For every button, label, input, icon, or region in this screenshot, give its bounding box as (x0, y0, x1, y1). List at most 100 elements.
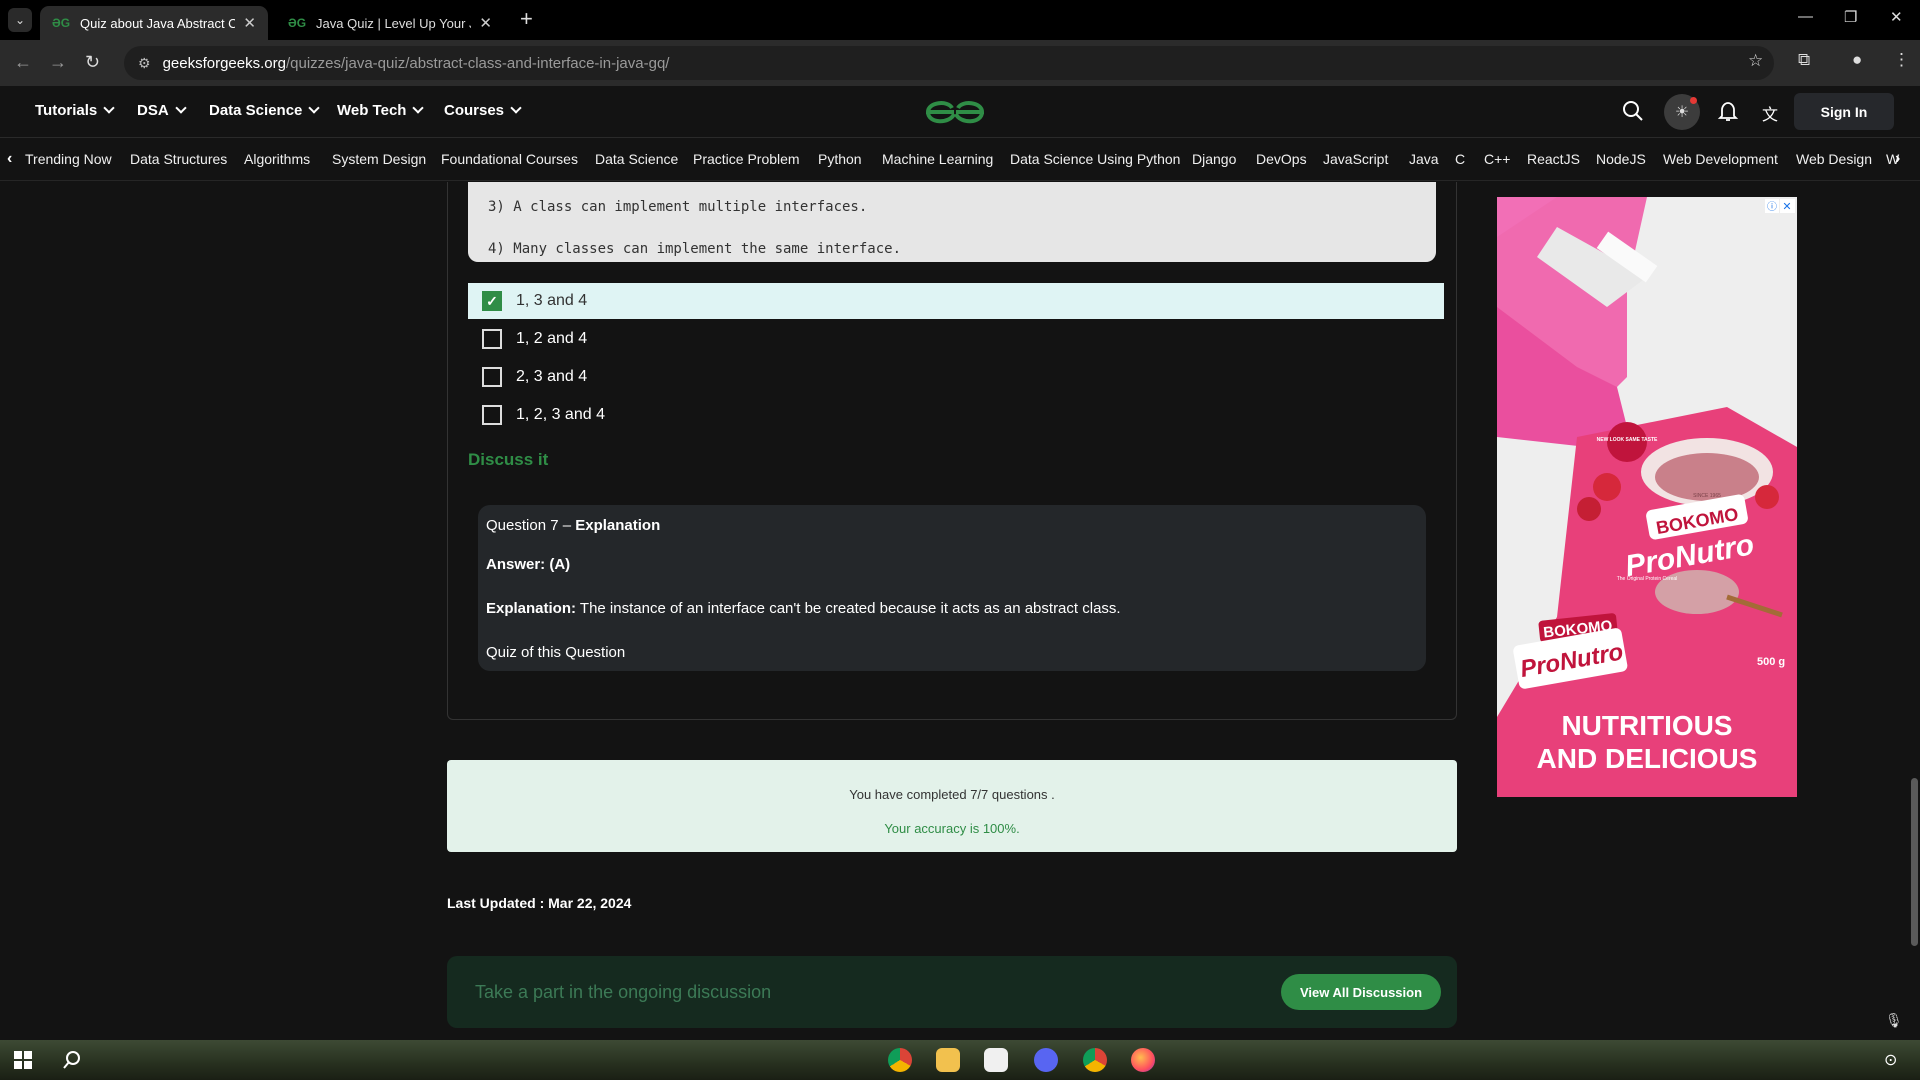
last-updated: Last Updated : Mar 22, 2024 (447, 895, 632, 911)
checkbox-icon[interactable] (482, 405, 502, 425)
microphone-icon[interactable]: 🎙 (1885, 1012, 1903, 1029)
firefox-icon[interactable] (1131, 1048, 1155, 1072)
profile-avatar[interactable]: ● (1852, 50, 1862, 70)
forward-icon[interactable]: → (49, 52, 67, 72)
trending-link[interactable]: C++ (1484, 151, 1510, 167)
gfg-logo[interactable] (924, 94, 986, 130)
explanation-box: Question 7 – Explanation Answer: (A) Exp… (478, 505, 1426, 671)
ad-image: BOKOMO ProNutro 500 g BOKOMO ProNutro NU… (1497, 197, 1797, 797)
trending-link[interactable]: JavaScript (1323, 151, 1388, 167)
close-tab-icon[interactable]: ✕ (479, 14, 492, 32)
reload-icon[interactable]: ↻ (85, 52, 100, 72)
explanation-heading: Question 7 – Explanation (486, 517, 660, 534)
chevron-left-icon[interactable]: ‹ (7, 150, 12, 168)
quiz-of-question-link[interactable]: Quiz of this Question (486, 644, 625, 661)
menu-web-tech[interactable]: Web Tech (337, 102, 425, 119)
address-bar[interactable]: ⚙ geeksforgeeks.org/quizzes/java-quiz/ab… (124, 46, 1774, 80)
discuss-it-link[interactable]: Discuss it (468, 450, 548, 470)
checkbox-icon[interactable] (482, 329, 502, 349)
answer-option[interactable]: ✓ 1, 3 and 4 (468, 283, 1444, 319)
back-icon[interactable]: ← (14, 52, 32, 72)
minimize-icon[interactable]: — (1798, 8, 1813, 25)
site-info-icon[interactable]: ⚙ (138, 55, 151, 72)
trending-link[interactable]: Data Structures (130, 151, 227, 167)
trending-link[interactable]: Data Science Using Python (1010, 151, 1180, 167)
answer-option[interactable]: 2, 3 and 4 (468, 359, 1444, 395)
menu-dsa[interactable]: DSA (137, 102, 187, 119)
menu-label: Data Science (209, 102, 303, 119)
new-tab-button[interactable]: + (520, 8, 533, 30)
bell-icon[interactable] (1717, 100, 1739, 122)
view-all-discussion-button[interactable]: View All Discussion (1281, 974, 1441, 1010)
chevron-right-icon[interactable]: › (1895, 150, 1900, 168)
tab-title: Java Quiz | Level Up Your Java S (316, 15, 471, 31)
discussion-input[interactable]: Take a part in the ongoing discussion (475, 982, 771, 1003)
page-scrollbar[interactable] (1911, 778, 1918, 946)
close-tab-icon[interactable]: ✕ (243, 14, 256, 32)
menu-label: DSA (137, 102, 169, 119)
answer-option[interactable]: 1, 2, 3 and 4 (468, 397, 1444, 433)
discord-icon[interactable] (1034, 1048, 1058, 1072)
menu-label: Tutorials (35, 102, 98, 119)
taskbar-search-icon[interactable] (62, 1050, 82, 1070)
tab-java-quiz[interactable]: ƏG Java Quiz | Level Up Your Java S ✕ (276, 6, 504, 40)
sun-icon: ☀ (1674, 104, 1690, 121)
explanation-body: The instance of an interface can't be cr… (576, 600, 1121, 617)
trending-link[interactable]: Web Design (1796, 151, 1872, 167)
notification-dot (1690, 97, 1697, 104)
trending-link[interactable]: NodeJS (1596, 151, 1646, 167)
close-window-icon[interactable]: ✕ (1890, 8, 1903, 26)
trending-link[interactable]: Machine Learning (882, 151, 993, 167)
trending-link[interactable]: DevOps (1256, 151, 1307, 167)
extensions-icon[interactable]: ⧉ (1798, 50, 1810, 70)
explanation-text: Explanation: The instance of an interfac… (486, 600, 1121, 617)
checkbox-checked-icon[interactable]: ✓ (482, 291, 502, 311)
advertisement[interactable]: BOKOMO ProNutro 500 g BOKOMO ProNutro NU… (1497, 197, 1797, 797)
file-explorer-icon[interactable] (936, 1048, 960, 1072)
tab-search-button[interactable]: ⌄ (8, 8, 32, 32)
search-icon[interactable] (1622, 100, 1644, 122)
completed-text: You have completed 7/7 questions . (849, 787, 1055, 802)
system-tray-icon[interactable]: ⊙ (1884, 1050, 1897, 1070)
chrome-icon[interactable] (888, 1048, 912, 1072)
trending-link[interactable]: Data Science (595, 151, 678, 167)
answer-option[interactable]: 1, 2 and 4 (468, 321, 1444, 357)
menu-courses[interactable]: Courses (444, 102, 522, 119)
trending-link[interactable]: Python (818, 151, 862, 167)
menu-data-science[interactable]: Data Science (209, 102, 321, 119)
trending-label: Trending Now (25, 151, 112, 167)
translate-icon[interactable]: 文 (1762, 101, 1778, 125)
trending-link[interactable]: Java (1409, 151, 1439, 167)
bookmark-star-icon[interactable]: ☆ (1748, 51, 1763, 71)
browser-menu-icon[interactable]: ⋮ (1893, 50, 1910, 70)
store-icon[interactable] (984, 1048, 1008, 1072)
sign-in-button[interactable]: Sign In (1794, 93, 1894, 130)
trending-link[interactable]: Foundational Courses (441, 151, 578, 167)
windows-start-icon[interactable] (14, 1051, 32, 1069)
menu-tutorials[interactable]: Tutorials (35, 102, 115, 119)
theme-toggle-button[interactable]: ☀ (1664, 94, 1700, 130)
ad-close-icon[interactable]: ✕ (1782, 201, 1791, 213)
tab-quiz-java-abstract[interactable]: ƏG Quiz about Java Abstract Class ✕ (40, 6, 268, 40)
url-host: geeksforgeeks.org (162, 54, 286, 72)
checkbox-icon[interactable] (482, 367, 502, 387)
trending-link[interactable]: Algorithms (244, 151, 310, 167)
trending-link[interactable]: C (1455, 151, 1465, 167)
option-label: 1, 2 and 4 (516, 330, 588, 347)
ad-info-icon[interactable]: ⓘ (1767, 201, 1777, 213)
trending-link[interactable]: Web Development (1663, 151, 1778, 167)
trending-link[interactable]: Django (1192, 151, 1236, 167)
restore-icon[interactable]: ❐ (1844, 8, 1857, 26)
trending-link[interactable]: Practice Problem (693, 151, 800, 167)
ad-headline-2: AND DELICIOUS (1537, 743, 1758, 774)
ad-headline-1: NUTRITIOUS (1561, 710, 1732, 741)
chevron-down-icon (510, 102, 522, 114)
trending-link[interactable]: ReactJS (1527, 151, 1580, 167)
option-label: 2, 3 and 4 (516, 368, 588, 385)
chrome-active-icon[interactable] (1083, 1048, 1107, 1072)
url-path: /quizzes/java-quiz/abstract-class-and-in… (285, 54, 670, 72)
trending-link[interactable]: System Design (332, 151, 426, 167)
menu-label: Web Tech (337, 102, 407, 119)
chevron-down-icon (103, 102, 115, 114)
explanation-label: Explanation: (486, 600, 577, 617)
